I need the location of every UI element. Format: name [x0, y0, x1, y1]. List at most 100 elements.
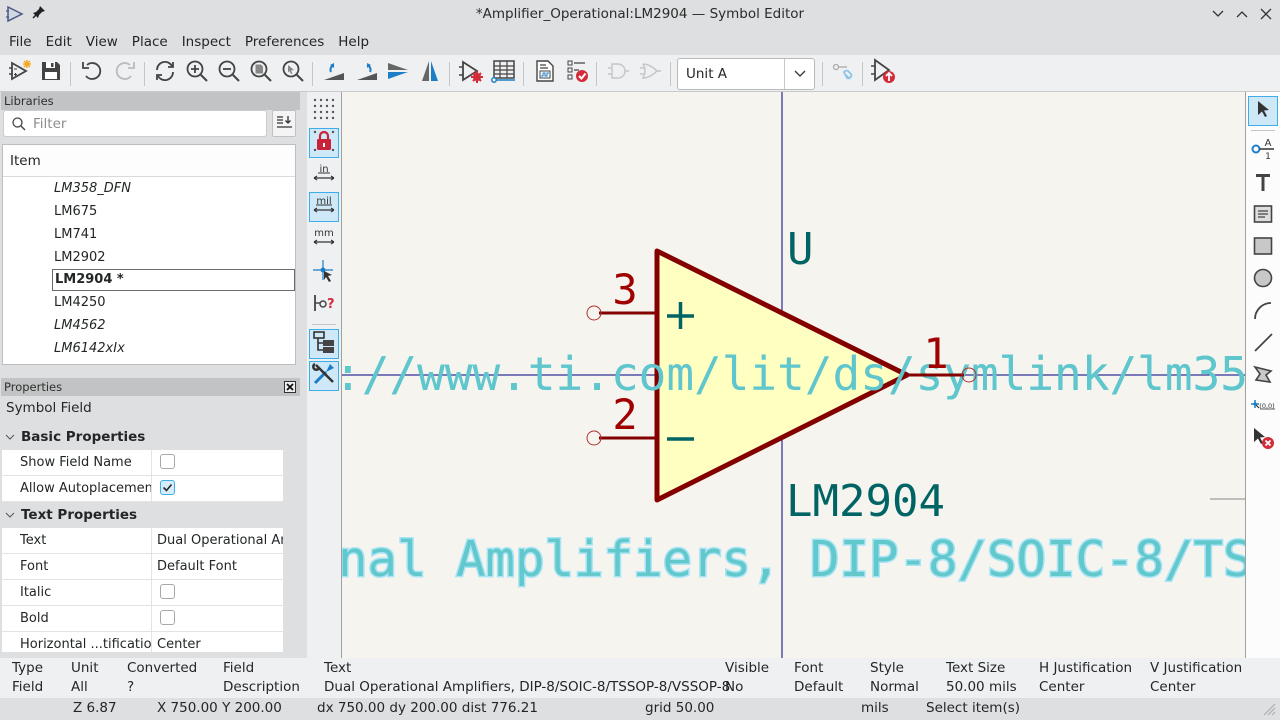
drawing-canvas[interactable]: ://www.ti.com/lit/ds/symlink/lm358. 3 2 … [341, 92, 1246, 658]
library-filter-input[interactable]: Filter [3, 110, 267, 137]
toolbar-separator [312, 324, 336, 325]
unit-select[interactable]: Unit A [677, 58, 815, 90]
datasheet-button[interactable] [531, 59, 559, 87]
sort-button[interactable] [272, 110, 296, 137]
menu-file[interactable]: File [2, 30, 39, 54]
maximize-button[interactable] [1232, 5, 1252, 23]
message-value: Default [794, 679, 844, 695]
zoom-fit-button[interactable] [247, 59, 275, 87]
menu-inspect[interactable]: Inspect [175, 30, 238, 54]
add-textbox-button[interactable] [1248, 201, 1278, 231]
library-tree-item[interactable]: LM2904 * [52, 269, 295, 291]
cursor-crosshair-button[interactable] [309, 258, 339, 288]
add-rectangle-button[interactable] [1248, 233, 1278, 263]
property-checkbox[interactable] [160, 584, 175, 599]
library-tree-item[interactable]: LM6142xIx [3, 337, 295, 360]
properties-panel: Properties Symbol Field Basic Properties… [0, 378, 302, 658]
library-tree-item[interactable]: LM4562 [3, 314, 295, 337]
symbol-checker-button[interactable] [563, 59, 591, 87]
units-mm-button[interactable]: mm [309, 224, 339, 254]
chevron-down-icon[interactable] [784, 59, 814, 89]
property-value[interactable]: Dual Operational Amplifiers, DIP-8/SOIC-… [152, 528, 283, 553]
grid-toggle-button[interactable] [309, 96, 339, 126]
save-button[interactable] [37, 59, 65, 87]
add-pin-icon: A1 [1251, 136, 1275, 164]
menu-place[interactable]: Place [125, 30, 175, 54]
property-checkbox[interactable] [160, 454, 175, 469]
pin-table-button[interactable] [489, 59, 517, 87]
new-symbol-icon [8, 59, 32, 87]
close-panel-icon[interactable] [284, 380, 296, 398]
library-tree-item[interactable]: LM741 [3, 223, 295, 246]
undo-button[interactable] [78, 59, 106, 87]
mirror-vertical-button[interactable] [384, 59, 412, 87]
property-group-header[interactable]: Text Properties [2, 502, 283, 528]
add-line-button[interactable] [1248, 329, 1278, 359]
library-tree-item[interactable]: LM358_DFN [3, 177, 295, 200]
add-text-button[interactable] [1248, 169, 1278, 199]
property-value[interactable]: Default Font [152, 554, 283, 579]
chevron-down-icon[interactable] [5, 502, 15, 537]
zoom-in-button[interactable] [183, 59, 211, 87]
message-value: Field [12, 679, 44, 695]
datasheet-icon [533, 59, 557, 87]
library-tree-item[interactable]: LM675 [3, 200, 295, 223]
delete-tool-icon [1251, 426, 1275, 454]
symbol-tree-toggle-button[interactable] [309, 329, 339, 359]
property-group-header[interactable]: Basic Properties [2, 424, 283, 450]
relative-coordinates: dx 750.00 dy 200.00 dist 776.21 [317, 700, 538, 716]
body-style-alternate-button[interactable] [636, 59, 664, 87]
minimize-button[interactable] [1208, 5, 1228, 23]
message-value: Center [1039, 679, 1085, 695]
update-symbol-icon [870, 58, 896, 88]
grid-lock-button[interactable] [309, 128, 339, 158]
resize-grip-icon[interactable] [1262, 702, 1276, 720]
select-tool-button[interactable] [1248, 96, 1278, 126]
property-checkbox[interactable] [160, 480, 175, 495]
add-polygon-button[interactable] [1248, 361, 1278, 391]
add-arc-button[interactable] [1248, 297, 1278, 327]
set-anchor-button[interactable]: (0,0) [1248, 393, 1278, 423]
redo-button[interactable] [111, 59, 139, 87]
add-pin-button[interactable]: A1 [1248, 135, 1278, 165]
pin-3-number: 3 [612, 265, 637, 314]
refresh-button[interactable] [151, 59, 179, 87]
new-symbol-button[interactable] [6, 59, 34, 87]
library-tree-item[interactable]: LM4250 [3, 291, 295, 314]
tree-column-header: Item [3, 145, 295, 177]
show-pin-types-button[interactable]: ? [309, 290, 339, 320]
zoom-out-icon [217, 59, 241, 87]
mirror-horizontal-button[interactable] [416, 59, 444, 87]
property-checkbox[interactable] [160, 610, 175, 625]
tool-mode: Select item(s) [926, 700, 1021, 716]
checkmark-icon [162, 483, 173, 492]
sync-pins-button[interactable] [829, 59, 857, 87]
update-symbol-button[interactable] [869, 58, 897, 88]
delete-tool-button[interactable] [1248, 425, 1278, 455]
message-value: Normal [870, 679, 919, 695]
property-value[interactable]: Center [152, 632, 283, 652]
menu-edit[interactable]: Edit [39, 30, 79, 54]
message-label: Font [794, 660, 824, 676]
units-mils-button[interactable]: mil [309, 192, 339, 222]
zoom-selection-button[interactable] [279, 59, 307, 87]
zoom-out-button[interactable] [215, 59, 243, 87]
menu-help[interactable]: Help [331, 30, 376, 54]
chevron-down-icon[interactable] [5, 424, 15, 459]
menu-preferences[interactable]: Preferences [238, 30, 331, 54]
library-tree-item-partial[interactable] [3, 360, 295, 364]
menu-view[interactable]: View [79, 30, 125, 54]
libraries-header: Libraries [1, 92, 300, 110]
rotate-cw-button[interactable] [353, 59, 381, 87]
pin-1-number: 1 [923, 329, 948, 378]
close-button[interactable] [1256, 5, 1276, 23]
pin-table-icon [490, 59, 516, 87]
add-circle-button[interactable] [1248, 265, 1278, 295]
symbol-properties-button[interactable] [457, 59, 485, 87]
properties-panel-toggle-button[interactable] [309, 361, 339, 391]
body-style-standard-button[interactable] [604, 59, 632, 87]
library-tree-item[interactable]: LM2902 [3, 246, 295, 269]
units-inches-button[interactable]: in [309, 160, 339, 190]
property-key: Font [2, 554, 152, 579]
rotate-ccw-button[interactable] [320, 59, 348, 87]
